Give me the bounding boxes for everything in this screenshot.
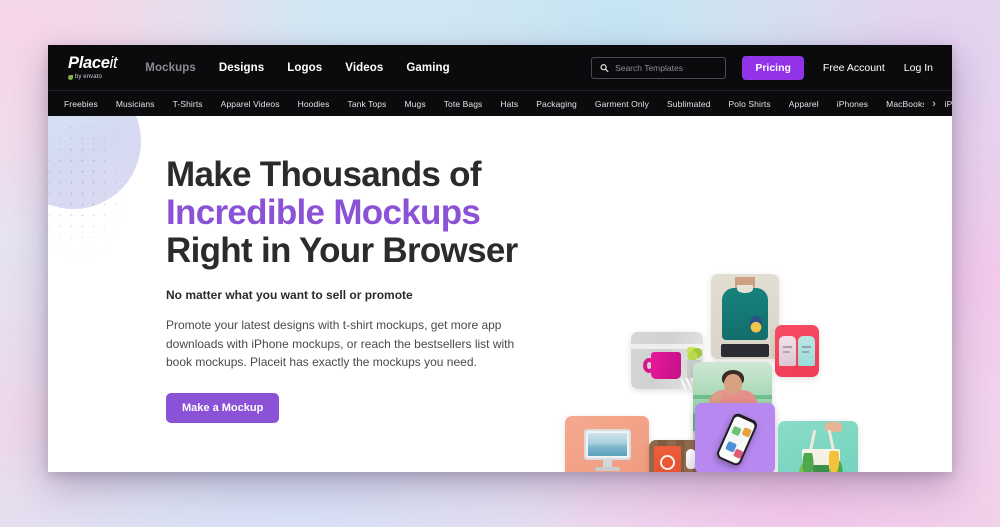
search-box[interactable]	[591, 56, 727, 79]
make-a-mockup-button[interactable]: Make a Mockup	[166, 393, 280, 424]
teal-shirt	[722, 288, 768, 340]
category-tank-tops[interactable]: Tank Tops	[347, 99, 386, 109]
shirt-neckline	[737, 285, 753, 293]
free-account-link[interactable]: Free Account	[823, 62, 885, 74]
nav-link-gaming[interactable]: Gaming	[406, 62, 449, 74]
page-title: Make Thousands of Incredible Mockups Rig…	[166, 156, 536, 269]
shirt-print-line	[802, 351, 809, 353]
primary-nav-links: Mockups Designs Logos Videos Gaming	[145, 62, 450, 74]
tote-label	[813, 465, 829, 472]
imac-base	[595, 467, 620, 471]
imac-screen	[584, 429, 631, 460]
category-mugs[interactable]: Mugs	[405, 99, 426, 109]
category-macbooks[interactable]: MacBooks	[886, 99, 926, 109]
model-pants	[721, 344, 769, 357]
category-packaging[interactable]: Packaging	[536, 99, 577, 109]
nav-link-designs[interactable]: Designs	[219, 62, 264, 74]
app-thumbnail	[741, 426, 753, 438]
category-sublimated[interactable]: Sublimated	[667, 99, 711, 109]
imac-mockup-tile[interactable]	[565, 416, 649, 472]
poster-mockup	[654, 446, 681, 472]
category-t-shirts[interactable]: T-Shirts	[173, 99, 203, 109]
logo-wordmark: Placeit	[68, 54, 118, 72]
nav-link-logos[interactable]: Logos	[287, 62, 322, 74]
headline-line-1: Make Thousands of	[166, 155, 482, 194]
imac-wallpaper	[588, 433, 627, 456]
hero-body-text: Promote your latest designs with t-shirt…	[166, 318, 515, 369]
shirt-graphic	[747, 316, 765, 334]
shirt-print-line	[783, 346, 792, 348]
category-musicians[interactable]: Musicians	[116, 99, 155, 109]
tote-bag-mockup-tile[interactable]	[778, 421, 858, 472]
iphone-device	[715, 411, 759, 468]
category-apparel-videos[interactable]: Apparel Videos	[221, 99, 280, 109]
log-in-link[interactable]: Log In	[904, 62, 933, 74]
hero-section: Make Thousands of Incredible Mockups Rig…	[48, 116, 952, 472]
iphone-screen	[718, 414, 756, 465]
app-thumbnail	[733, 448, 744, 459]
mockup-collage	[553, 266, 858, 472]
browser-window: Placeit by envato Mockups Designs Logos …	[48, 45, 952, 472]
model-head	[724, 374, 742, 395]
poster-graphic	[660, 455, 675, 470]
logo-byline-text: by envato	[75, 74, 102, 80]
folded-shirt-left	[779, 336, 796, 366]
headline-line-3: Right in Your Browser	[166, 230, 518, 270]
hero-subheading: No matter what you want to sell or promo…	[166, 288, 413, 303]
logo-text-place: Place	[68, 54, 110, 72]
pink-shirts-mockup-tile[interactable]	[775, 325, 819, 377]
headline-line-2: Incredible Mockups	[166, 192, 481, 232]
shirt-print-line	[783, 351, 790, 353]
category-hoodies[interactable]: Hoodies	[298, 99, 330, 109]
top-navigation-actions: Pricing Free Account Log In	[591, 55, 935, 80]
category-hats[interactable]: Hats	[500, 99, 518, 109]
tote-bag-body	[799, 449, 843, 472]
category-garment-only[interactable]: Garment Only	[595, 99, 649, 109]
top-navigation-bar: Placeit by envato Mockups Designs Logos …	[48, 45, 952, 90]
category-tote-bags[interactable]: Tote Bags	[444, 99, 483, 109]
category-ipads[interactable]: iPads	[945, 99, 952, 109]
search-icon	[600, 63, 609, 72]
pricing-button[interactable]: Pricing	[742, 55, 804, 80]
category-iphones[interactable]: iPhones	[837, 99, 868, 109]
category-apparel[interactable]: Apparel	[789, 99, 819, 109]
placeit-logo[interactable]: Placeit by envato	[64, 54, 118, 80]
category-list: Freebies Musicians T-Shirts Apparel Vide…	[64, 99, 952, 109]
hero-copy-block: Make Thousands of Incredible Mockups Rig…	[166, 156, 536, 424]
decorative-dot-pattern	[48, 122, 164, 312]
chevron-right-icon[interactable]: ›	[924, 91, 944, 116]
envato-leaf-icon	[68, 74, 73, 80]
shirt-print-line	[802, 346, 811, 348]
category-navigation-bar: Freebies Musicians T-Shirts Apparel Vide…	[48, 90, 952, 116]
logo-text-it: it	[109, 54, 118, 72]
category-freebies[interactable]: Freebies	[64, 99, 98, 109]
nav-link-mockups[interactable]: Mockups	[145, 62, 196, 74]
app-thumbnail	[731, 425, 742, 436]
nav-link-videos[interactable]: Videos	[345, 62, 383, 74]
phone-mockup-tile[interactable]	[695, 403, 775, 472]
tote-print-left	[799, 453, 814, 472]
mug-body	[651, 352, 695, 389]
teal-tshirt-mockup-tile[interactable]	[711, 274, 779, 359]
folded-shirt-right	[798, 336, 815, 366]
category-polo-shirts[interactable]: Polo Shirts	[729, 99, 771, 109]
search-input[interactable]	[615, 62, 718, 73]
logo-byline: by envato	[68, 74, 117, 80]
tote-print-right	[828, 451, 843, 472]
